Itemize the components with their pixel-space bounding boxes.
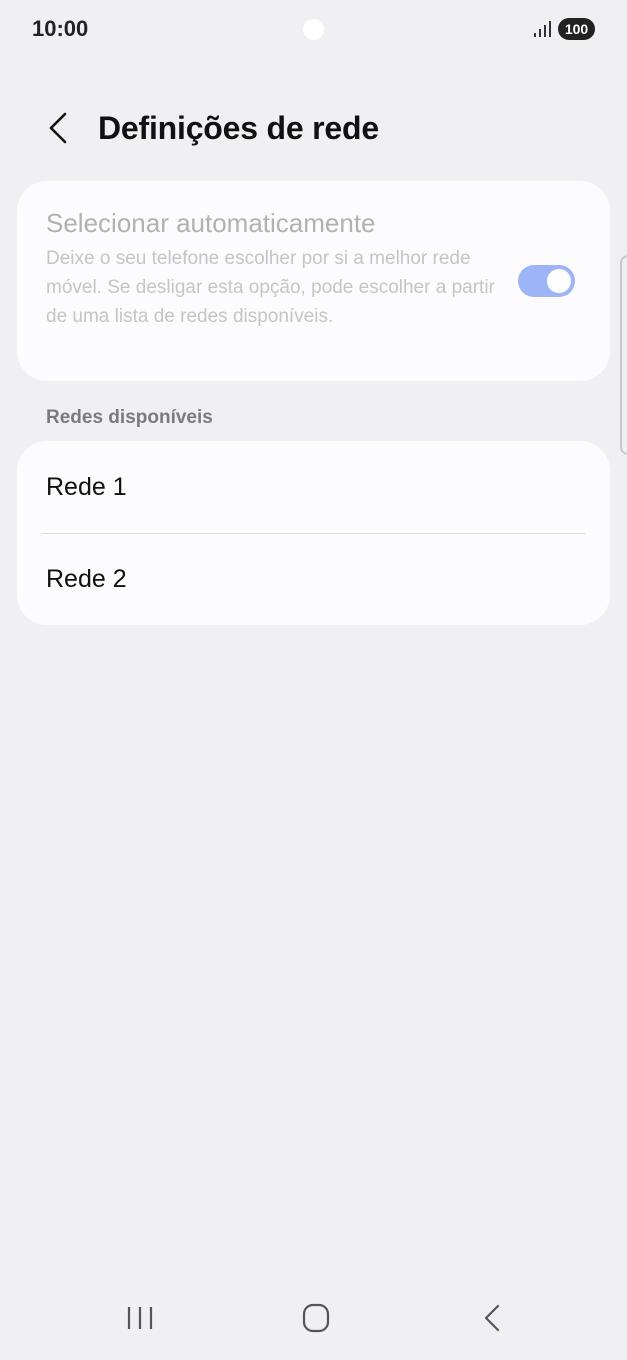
auto-select-description: Deixe o seu telefone escolher por si a m… — [46, 248, 495, 327]
network-item-1[interactable]: Rede 1 — [17, 441, 610, 533]
screen: 10:00 100 Definições de rede Selecionar … — [0, 0, 627, 1360]
nav-back-button[interactable] — [467, 1300, 517, 1340]
auto-select-card[interactable]: Selecionar automaticamente Deixe o seu t… — [17, 181, 610, 381]
back-icon — [482, 1303, 502, 1338]
toggle-knob — [547, 269, 571, 293]
status-time: 10:00 — [32, 16, 89, 41]
battery-icon: 100 — [558, 18, 595, 40]
networks-list: Rede 1 Rede 2 — [17, 441, 610, 625]
network-item-2[interactable]: Rede 2 — [17, 533, 610, 625]
auto-select-toggle[interactable] — [518, 265, 575, 297]
auto-select-title: Selecionar automaticamente — [46, 208, 376, 238]
chevron-left-icon — [47, 111, 69, 150]
navigation-bar — [0, 1290, 627, 1350]
signal-icon — [534, 21, 552, 37]
camera-dot — [303, 19, 324, 40]
recents-button[interactable] — [115, 1300, 165, 1340]
home-button[interactable] — [291, 1300, 341, 1340]
section-label-available-networks: Redes disponíveis — [46, 407, 213, 428]
home-icon — [302, 1303, 330, 1338]
back-button[interactable] — [38, 108, 78, 152]
recents-icon — [126, 1305, 154, 1336]
page-title: Definições de rede — [98, 110, 379, 146]
header: Definições de rede — [0, 100, 627, 160]
edge-panel-handle[interactable] — [620, 255, 627, 455]
network-label: Rede 2 — [46, 565, 127, 593]
status-bar: 10:00 100 — [0, 0, 627, 58]
network-label: Rede 1 — [46, 473, 127, 501]
